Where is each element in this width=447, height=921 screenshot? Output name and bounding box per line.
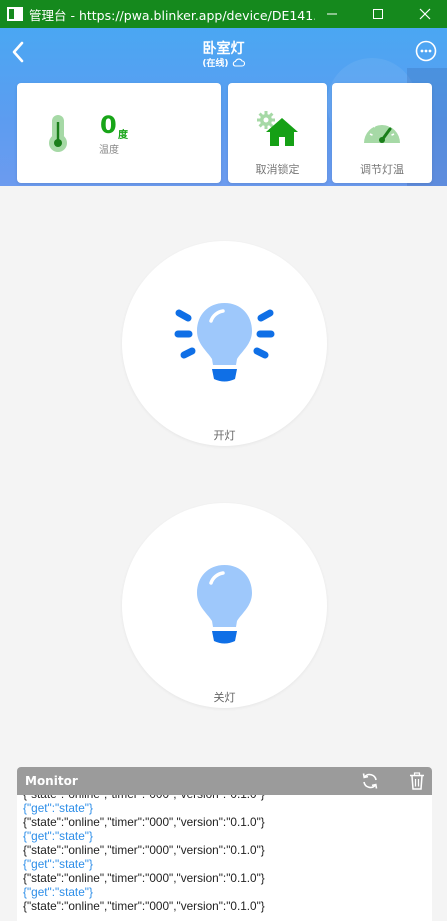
monitor-panel: Monitor {"state":"online","timer":"000",… — [17, 767, 432, 921]
bulb-on-icon — [174, 303, 275, 382]
close-button[interactable] — [403, 0, 447, 28]
device-name: 卧室灯 — [202, 41, 245, 57]
temperature-card: 0 度 温度 — [17, 83, 221, 183]
minimize-icon — [327, 13, 337, 15]
maximize-icon — [373, 9, 383, 19]
dimmer-label: 调节灯温 — [360, 163, 404, 176]
dimmer-card[interactable]: 调节灯温 — [332, 83, 432, 183]
monitor-header: Monitor — [17, 767, 432, 795]
unlock-card[interactable]: 取消锁定 — [228, 83, 327, 183]
close-icon — [419, 8, 431, 20]
monitor-title: Monitor — [25, 774, 78, 788]
window-titlebar: 管理台 - https://pwa.blinker.app/device/DE1… — [0, 0, 447, 28]
log-line-state: {"state":"online","timer":"000","version… — [23, 815, 265, 829]
light-on-label: 开灯 — [213, 429, 236, 442]
device-header: 卧室灯 (在线) 0 度 温度 取消锁定 调节灯温 — [0, 28, 447, 186]
trash-icon — [410, 772, 424, 790]
device-status: (在线) — [0, 56, 447, 69]
light-on-button[interactable]: 开灯 — [122, 241, 327, 446]
log-line-state: {"state":"online","timer":"000","version… — [23, 843, 265, 857]
log-line-get: {"get":"state"} — [23, 829, 93, 843]
home-gear-icon — [257, 111, 298, 146]
temperature-label: 温度 — [99, 145, 119, 156]
temperature-value: 0 — [100, 111, 117, 139]
more-dots-icon — [415, 40, 437, 62]
monitor-log-area[interactable]: {"state":"online","timer":"000","version… — [17, 795, 432, 921]
device-status-text: (在线) — [202, 59, 229, 69]
log-line-state: {"state":"online","timer":"000","version… — [23, 871, 265, 885]
log-line-get: {"get":"state"} — [23, 857, 93, 871]
window-app-icon — [7, 7, 23, 21]
thermometer-icon — [49, 115, 67, 152]
light-off-button[interactable]: 关灯 — [122, 503, 327, 708]
cloud-icon — [232, 58, 245, 67]
monitor-refresh-button[interactable] — [361, 772, 379, 794]
log-line-get: {"get":"state"} — [23, 885, 93, 899]
minimize-button[interactable] — [310, 0, 354, 28]
monitor-clear-button[interactable] — [409, 772, 425, 794]
gauge-icon — [364, 121, 400, 143]
window-title: 管理台 - https://pwa.blinker.app/device/DE1… — [29, 7, 315, 23]
refresh-icon — [362, 773, 378, 789]
unlock-label: 取消锁定 — [255, 163, 300, 176]
maximize-button[interactable] — [356, 0, 400, 28]
log-line-get: {"get":"state"} — [23, 801, 93, 815]
log-line-state: {"state":"online","timer":"000","version… — [23, 899, 265, 913]
monitor-log: {"state":"online","timer":"000","version… — [23, 795, 423, 913]
more-button[interactable] — [415, 40, 437, 62]
temperature-unit: 度 — [118, 130, 128, 141]
bulb-off-icon — [197, 565, 252, 644]
light-off-label: 关灯 — [213, 691, 236, 704]
